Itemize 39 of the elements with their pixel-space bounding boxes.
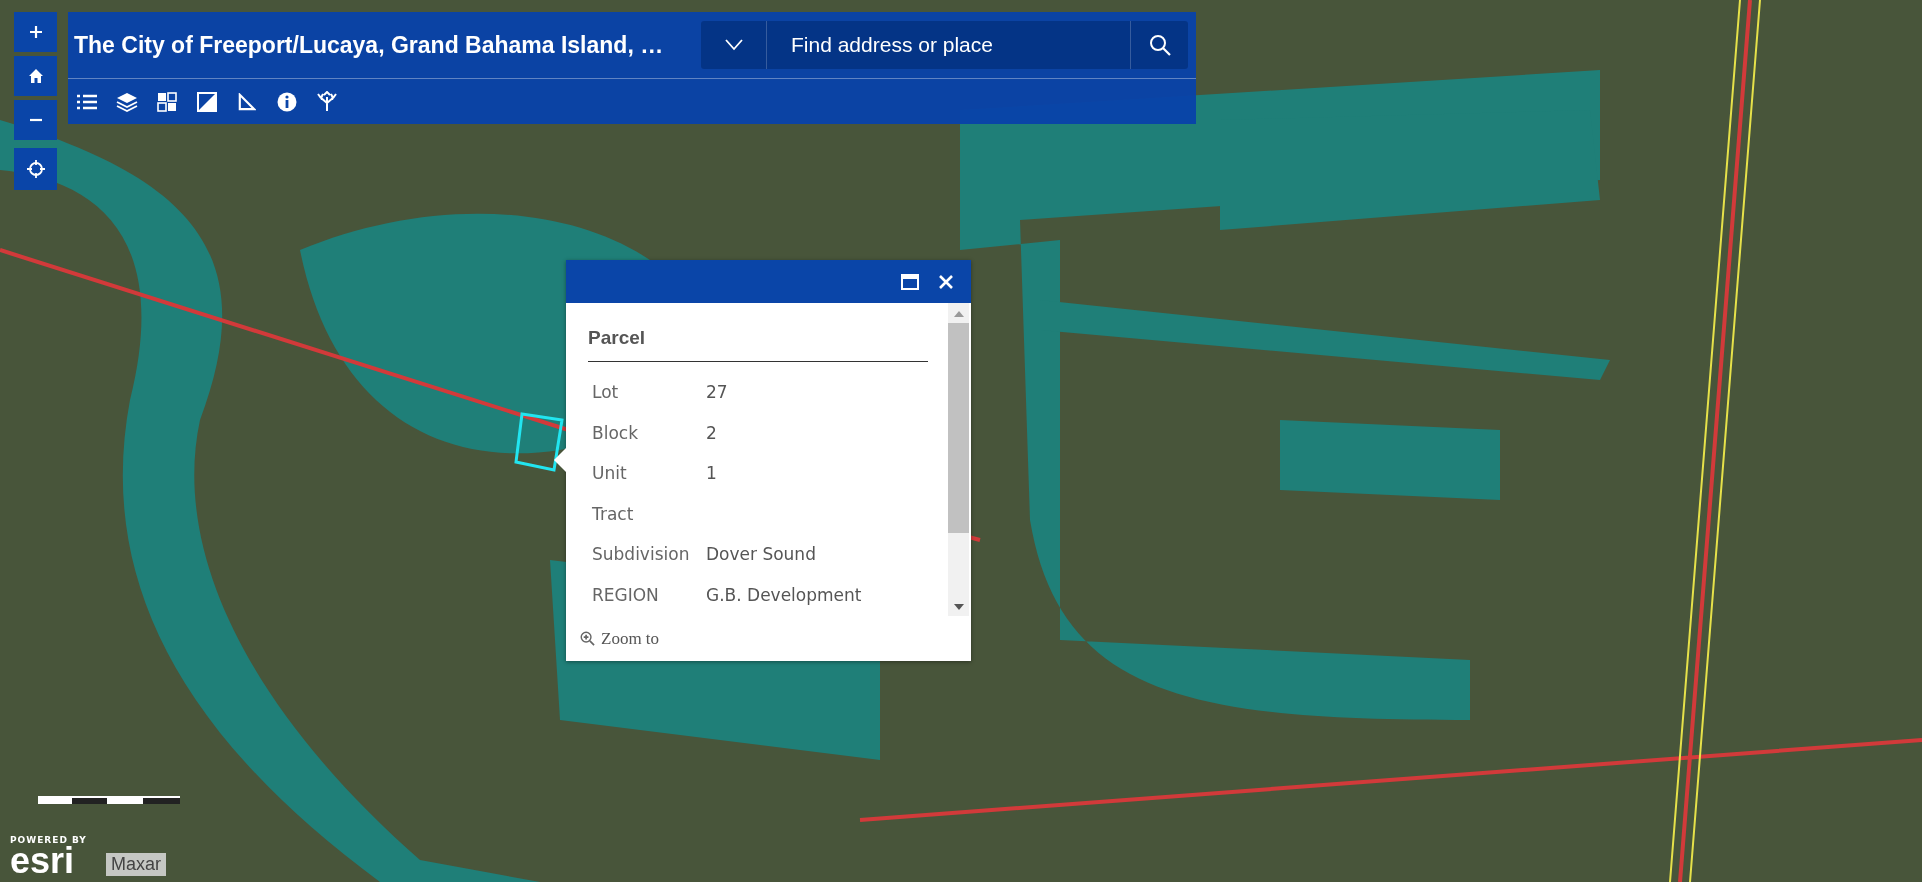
list-icon	[76, 92, 98, 111]
info-icon	[277, 91, 297, 112]
zoom-to-link[interactable]: Zoom to	[566, 616, 660, 661]
field-value: Dover Sound	[706, 544, 816, 565]
search-icon	[1148, 34, 1171, 56]
home-button[interactable]	[14, 56, 57, 96]
field-value: 2	[706, 422, 717, 443]
zoom-in-icon	[580, 631, 595, 646]
maximize-icon	[901, 273, 919, 290]
scroll-down-icon	[953, 604, 964, 610]
locate-button[interactable]	[14, 148, 57, 190]
zoom-in-button[interactable]	[14, 12, 57, 52]
field-label: Subdivision	[592, 544, 691, 565]
field-value: 27	[706, 382, 728, 403]
caret-icon	[724, 39, 743, 51]
scrollbar[interactable]	[948, 303, 969, 616]
scroll-up-icon	[953, 311, 964, 317]
search-button[interactable]	[1130, 21, 1188, 69]
ruler-icon	[238, 92, 256, 111]
popup-title: Parcel	[588, 327, 928, 362]
home-icon	[27, 68, 44, 84]
field-label: Lot	[592, 382, 620, 403]
app-title: The City of Freeport/Lucaya, Grand Bahama Island, …	[74, 31, 665, 59]
field-value: G.B. Development	[706, 584, 862, 605]
layers-icon	[116, 91, 138, 112]
attribution-text: Maxar	[106, 853, 166, 876]
esri-logo[interactable]: POWERED BY esri	[10, 836, 87, 879]
field-value: 1	[706, 463, 717, 484]
field-label: Block	[592, 422, 639, 443]
plus-icon	[27, 24, 44, 40]
grid-icon	[157, 91, 177, 112]
field-label: REGION	[592, 584, 660, 605]
field-label: Unit	[592, 463, 628, 484]
field-label: Tract	[592, 503, 635, 524]
close-icon	[939, 274, 953, 289]
search-field[interactable]: Find address or place	[767, 21, 1130, 69]
selected-parcel-outline	[514, 412, 564, 472]
scrollbar-thumb[interactable]	[948, 323, 969, 533]
crosshair-icon	[26, 160, 45, 178]
